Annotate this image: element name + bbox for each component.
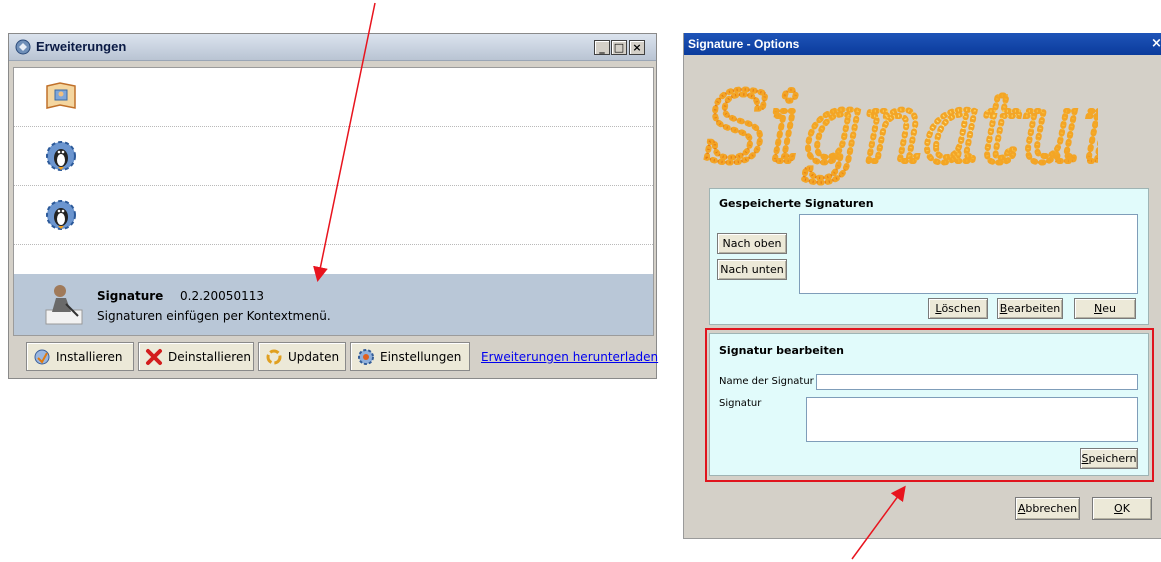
- arrow-to-edit-panel: [851, 485, 906, 560]
- annotation-arrows: [313, 2, 906, 560]
- arrow-to-extension: [313, 2, 376, 282]
